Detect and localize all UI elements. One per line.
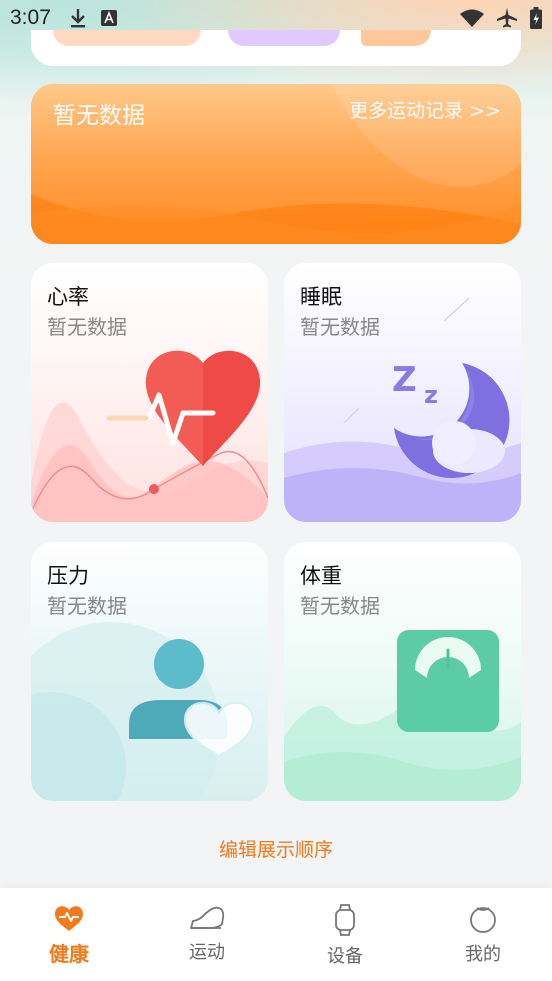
edit-display-order-link[interactable]: 编辑展示顺序 — [0, 835, 552, 862]
weight-card[interactable]: 体重 暂无数据 — [284, 542, 521, 801]
tab-health[interactable]: 健康 — [0, 888, 138, 981]
heart-pulse-icon — [55, 906, 83, 931]
sleep-title: 睡眠 — [300, 285, 342, 309]
text-a-icon — [100, 10, 117, 26]
stress-card[interactable]: 压力 暂无数据 — [31, 542, 268, 801]
tab-exercise-label: 运动 — [189, 942, 225, 963]
tab-devices-label: 设备 — [327, 946, 363, 967]
sleep-card[interactable]: Z z 睡眠 暂无数据 — [284, 263, 521, 522]
status-time: 3:07 — [10, 6, 51, 29]
stress-value: 暂无数据 — [47, 594, 127, 618]
tab-devices[interactable]: 设备 — [276, 888, 414, 981]
battery-icon — [530, 7, 542, 29]
tab-health-label: 健康 — [49, 942, 89, 966]
more-exercise-records-link[interactable]: 更多运动记录 >> — [349, 96, 501, 123]
bottom-nav: 健康 运动 设备 我的 — [0, 888, 552, 981]
airplane-icon — [497, 8, 517, 28]
exercise-empty-text: 暂无数据 — [53, 103, 145, 129]
wifi-icon — [460, 9, 484, 27]
sneaker-icon — [190, 906, 225, 929]
stress-title: 压力 — [47, 564, 89, 588]
summary-pill-steps — [53, 30, 201, 46]
watch-icon — [335, 904, 355, 936]
download-icon — [70, 9, 85, 28]
heart-rate-value: 暂无数据 — [47, 315, 127, 339]
heart-rate-card[interactable]: 心率 暂无数据 — [31, 263, 268, 522]
tab-exercise[interactable]: 运动 — [138, 888, 276, 981]
heart-rate-title: 心率 — [47, 285, 89, 309]
tab-mine-label: 我的 — [465, 944, 501, 965]
svg-text:Z: Z — [392, 360, 417, 400]
svg-text:z: z — [424, 381, 438, 409]
tab-mine[interactable]: 我的 — [414, 888, 552, 981]
exercise-record-card[interactable]: 暂无数据 更多运动记录 >> — [31, 84, 521, 244]
profile-icon — [470, 907, 496, 933]
weight-title: 体重 — [300, 564, 342, 588]
summary-pill-distance — [361, 30, 431, 46]
summary-card[interactable] — [31, 30, 521, 66]
sleep-value: 暂无数据 — [300, 315, 380, 339]
weight-value: 暂无数据 — [300, 594, 380, 618]
summary-pill-calories — [228, 30, 340, 46]
